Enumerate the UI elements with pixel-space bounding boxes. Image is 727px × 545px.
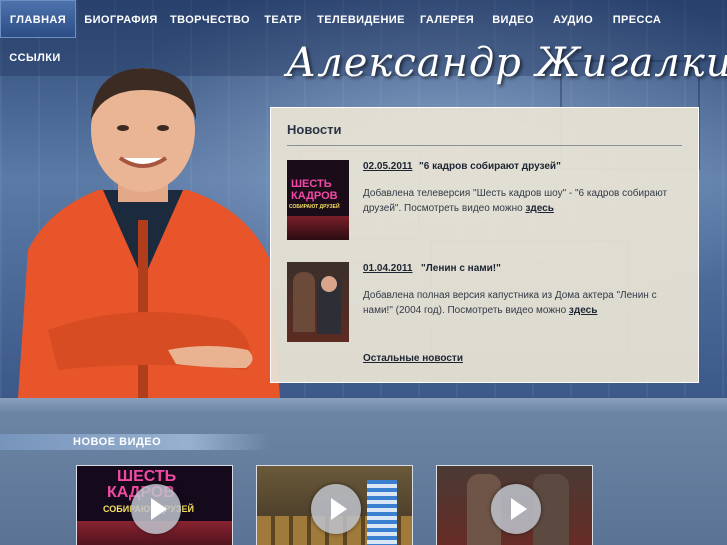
actor-portrait — [18, 68, 280, 398]
news-date-link[interactable]: 01.04.2011 — [363, 263, 413, 274]
thumb-figure — [293, 272, 315, 332]
news-read-link[interactable]: здесь — [569, 305, 597, 316]
thumb-caption: СОБИРАЮТ ДРУЗЕЙ — [289, 204, 340, 210]
news-read-link[interactable]: здесь — [525, 203, 553, 214]
news-panel: Новости ШЕСТЬ КАДРОВ СОБИРАЮТ ДРУЗЕЙ 02.… — [270, 107, 699, 383]
thumb-caption: КАДРОВ — [291, 190, 338, 202]
news-date-link[interactable]: 02.05.2011 — [363, 161, 413, 172]
news-thumbnail[interactable]: ШЕСТЬ КАДРОВ СОБИРАЮТ ДРУЗЕЙ — [287, 160, 349, 240]
news-title: "6 кадров собирают друзей" — [419, 161, 561, 172]
video-figure — [367, 480, 397, 545]
nav-item-theatre[interactable]: ТЕАТР — [260, 1, 306, 39]
section-band — [0, 398, 727, 412]
nav-item-biography[interactable]: БИОГРАФИЯ — [82, 1, 160, 39]
nav-item-audio[interactable]: АУДИО — [548, 1, 598, 39]
video-thumbnail[interactable] — [436, 465, 593, 545]
thumb-crowd — [287, 216, 349, 240]
nav-item-video[interactable]: ВИДЕО — [488, 1, 538, 39]
new-video-section: НОВОЕ ВИДЕО ШЕСТЬ КАДРОВ СОБИРАЮТ ДРУЗЕЙ — [0, 398, 727, 545]
video-thumbnail[interactable]: ШЕСТЬ КАДРОВ СОБИРАЮТ ДРУЗЕЙ — [76, 465, 233, 545]
news-thumbnail[interactable] — [287, 262, 349, 342]
news-body: Добавлена полная версия капустника из До… — [363, 288, 673, 318]
play-icon[interactable] — [131, 484, 181, 534]
nav-item-home[interactable]: ГЛАВНАЯ — [0, 0, 76, 38]
thumb-caption: ШЕСТЬ — [291, 178, 332, 190]
nav-item-creativity[interactable]: ТВОРЧЕСТВО — [170, 1, 250, 39]
video-thumbnail[interactable] — [256, 465, 413, 545]
nav-item-television[interactable]: ТЕЛЕВИДЕНИЕ — [316, 1, 406, 39]
news-body: Добавлена телеверсия "Шесть кадров шоу" … — [363, 186, 673, 216]
news-text: Добавлена полная версия капустника из До… — [363, 290, 657, 316]
thumb-face — [321, 276, 337, 292]
news-divider — [287, 145, 682, 146]
site-title: Александр Жигалкин — [286, 40, 727, 86]
play-icon[interactable] — [491, 484, 541, 534]
nav-item-press[interactable]: ПРЕССА — [610, 1, 664, 39]
all-news-link[interactable]: Остальные новости — [363, 353, 463, 364]
section-title: НОВОЕ ВИДЕО — [73, 436, 162, 448]
nav-item-gallery[interactable]: ГАЛЕРЕЯ — [418, 1, 476, 39]
play-icon[interactable] — [311, 484, 361, 534]
news-heading: Новости — [287, 122, 342, 137]
news-text: Добавлена телеверсия "Шесть кадров шоу" … — [363, 188, 668, 214]
news-title: "Ленин с нами!" — [421, 263, 501, 274]
